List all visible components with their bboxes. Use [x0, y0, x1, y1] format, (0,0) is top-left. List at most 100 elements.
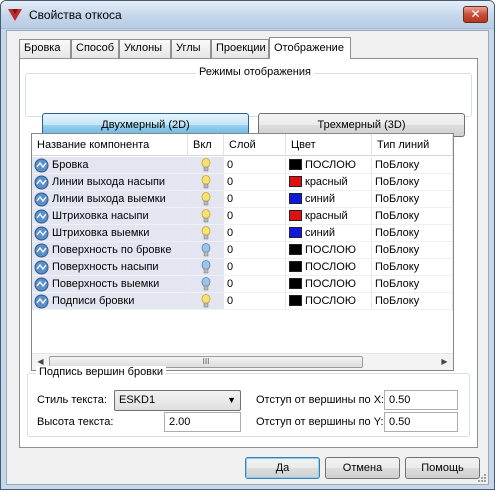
- color-cell[interactable]: ПОСЛОЮ: [286, 259, 372, 276]
- display-modes-title: Режимы отображения: [196, 66, 314, 78]
- resize-grip-icon[interactable]: [475, 471, 487, 483]
- component-icon: [34, 226, 49, 241]
- color-swatch: [289, 193, 302, 204]
- component-name-cell[interactable]: Линии выхода насыпи: [32, 174, 188, 191]
- component-icon: [34, 260, 49, 275]
- layer-cell[interactable]: 0: [224, 293, 286, 310]
- table-row[interactable]: Штриховка насыпи 0 красный ПоБлоку: [32, 208, 453, 225]
- table-row[interactable]: Подписи бровки 0 ПОСЛОЮ ПоБлоку: [32, 293, 453, 310]
- table-row[interactable]: Поверхность по бровке 0 ПОСЛОЮ ПоБлоку: [32, 242, 453, 259]
- layer-cell[interactable]: 0: [224, 208, 286, 225]
- lightbulb-on-icon: [201, 294, 211, 308]
- visibility-toggle[interactable]: [188, 225, 224, 242]
- component-icon: [34, 192, 49, 207]
- visibility-toggle[interactable]: [188, 242, 224, 259]
- linetype-cell[interactable]: ПоБлоку: [372, 225, 453, 242]
- text-style-select[interactable]: ESKD1 ▼: [114, 390, 241, 411]
- linetype-cell[interactable]: ПоБлоку: [372, 208, 453, 225]
- component-name-cell[interactable]: Поверхность по бровке: [32, 242, 188, 259]
- color-cell[interactable]: красный: [286, 208, 372, 225]
- column-header-color[interactable]: Цвет: [286, 134, 372, 156]
- component-name-cell[interactable]: Бровка: [32, 157, 188, 174]
- linetype-cell[interactable]: ПоБлоку: [372, 157, 453, 174]
- layer-cell[interactable]: 0: [224, 174, 286, 191]
- ok-button[interactable]: Да: [245, 457, 320, 479]
- visibility-toggle[interactable]: [188, 259, 224, 276]
- color-cell[interactable]: ПОСЛОЮ: [286, 293, 372, 310]
- component-name-cell[interactable]: Штриховка выемки: [32, 225, 188, 242]
- component-name-cell[interactable]: Штриховка насыпи: [32, 208, 188, 225]
- color-swatch: [289, 278, 302, 289]
- color-swatch: [289, 295, 302, 306]
- component-name-cell[interactable]: Подписи бровки: [32, 293, 188, 310]
- color-cell[interactable]: ПОСЛОЮ: [286, 276, 372, 293]
- component-name: Подписи бровки: [52, 295, 135, 307]
- column-header-layer[interactable]: Слой: [224, 134, 286, 156]
- layer-cell[interactable]: 0: [224, 276, 286, 293]
- table-row[interactable]: Поверхность насыпи 0 ПОСЛОЮ ПоБлоку: [32, 259, 453, 276]
- window-title: Свойства откоса: [29, 8, 122, 22]
- tab-sposob[interactable]: Способ: [71, 39, 119, 58]
- text-height-input[interactable]: 2.00: [164, 412, 241, 432]
- color-swatch: [289, 210, 302, 221]
- component-name-cell[interactable]: Поверхность выемки: [32, 276, 188, 293]
- color-cell[interactable]: красный: [286, 174, 372, 191]
- offset-y-input[interactable]: 0.50: [384, 412, 458, 432]
- color-name: ПОСЛОЮ: [305, 278, 356, 290]
- color-cell[interactable]: ПОСЛОЮ: [286, 157, 372, 174]
- component-name: Поверхность по бровке: [52, 244, 172, 256]
- color-swatch: [289, 261, 302, 272]
- linetype-cell[interactable]: ПоБлоку: [372, 191, 453, 208]
- visibility-toggle[interactable]: [188, 191, 224, 208]
- column-header-linetype[interactable]: Тип линий: [372, 134, 453, 156]
- components-grid[interactable]: Название компонента Вкл Слой Цвет Тип ли…: [31, 133, 454, 371]
- linetype-cell[interactable]: ПоБлоку: [372, 174, 453, 191]
- dialog-body: Бровка Способ Уклоны Углы Проекции Отобр…: [6, 30, 489, 485]
- tab-brovka[interactable]: Бровка: [19, 39, 71, 58]
- visibility-toggle[interactable]: [188, 208, 224, 225]
- component-icon: [34, 294, 49, 309]
- cancel-button[interactable]: Отмена: [325, 457, 400, 479]
- chevron-down-icon: ▼: [227, 395, 236, 405]
- table-row[interactable]: Штриховка выемки 0 синий ПоБлоку: [32, 225, 453, 242]
- tab-otobrazhenie[interactable]: Отображение: [269, 37, 351, 59]
- color-cell[interactable]: ПОСЛОЮ: [286, 242, 372, 259]
- lightbulb-on-icon: [201, 226, 211, 240]
- layer-cell[interactable]: 0: [224, 259, 286, 276]
- visibility-toggle[interactable]: [188, 157, 224, 174]
- tab-proektsii[interactable]: Проекции: [211, 39, 269, 58]
- offset-x-input[interactable]: 0.50: [384, 390, 458, 410]
- linetype-cell[interactable]: ПоБлоку: [372, 259, 453, 276]
- app-icon: [8, 9, 22, 21]
- layer-cell[interactable]: 0: [224, 157, 286, 174]
- color-name: синий: [305, 227, 336, 239]
- component-name-cell[interactable]: Поверхность насыпи: [32, 259, 188, 276]
- color-cell[interactable]: синий: [286, 191, 372, 208]
- layer-cell[interactable]: 0: [224, 225, 286, 242]
- table-row[interactable]: Бровка 0 ПОСЛОЮ ПоБлоку: [32, 157, 453, 174]
- tab-ugly[interactable]: Углы: [171, 39, 211, 58]
- component-icon: [34, 158, 49, 173]
- title-bar[interactable]: Свойства откоса ✕: [1, 1, 494, 29]
- layer-cell[interactable]: 0: [224, 242, 286, 259]
- layer-cell[interactable]: 0: [224, 191, 286, 208]
- tab-uklony[interactable]: Уклоны: [119, 39, 171, 58]
- close-button[interactable]: ✕: [463, 6, 488, 23]
- visibility-toggle[interactable]: [188, 276, 224, 293]
- scroll-right-icon[interactable]: ▶: [436, 354, 453, 370]
- linetype-cell[interactable]: ПоБлоку: [372, 276, 453, 293]
- help-button[interactable]: Помощь: [405, 457, 480, 479]
- linetype-cell[interactable]: ПоБлоку: [372, 242, 453, 259]
- table-row[interactable]: Линии выхода выемки 0 синий ПоБлоку: [32, 191, 453, 208]
- visibility-toggle[interactable]: [188, 174, 224, 191]
- visibility-toggle[interactable]: [188, 293, 224, 310]
- table-row[interactable]: Поверхность выемки 0 ПОСЛОЮ ПоБлоку: [32, 276, 453, 293]
- component-name-cell[interactable]: Линии выхода выемки: [32, 191, 188, 208]
- color-cell[interactable]: синий: [286, 225, 372, 242]
- text-height-label: Высота текста:: [37, 416, 114, 428]
- linetype-cell[interactable]: ПоБлоку: [372, 293, 453, 310]
- column-header-on[interactable]: Вкл: [188, 134, 224, 156]
- column-header-name[interactable]: Название компонента: [32, 134, 188, 156]
- table-row[interactable]: Линии выхода насыпи 0 красный ПоБлоку: [32, 174, 453, 191]
- component-icon: [34, 277, 49, 292]
